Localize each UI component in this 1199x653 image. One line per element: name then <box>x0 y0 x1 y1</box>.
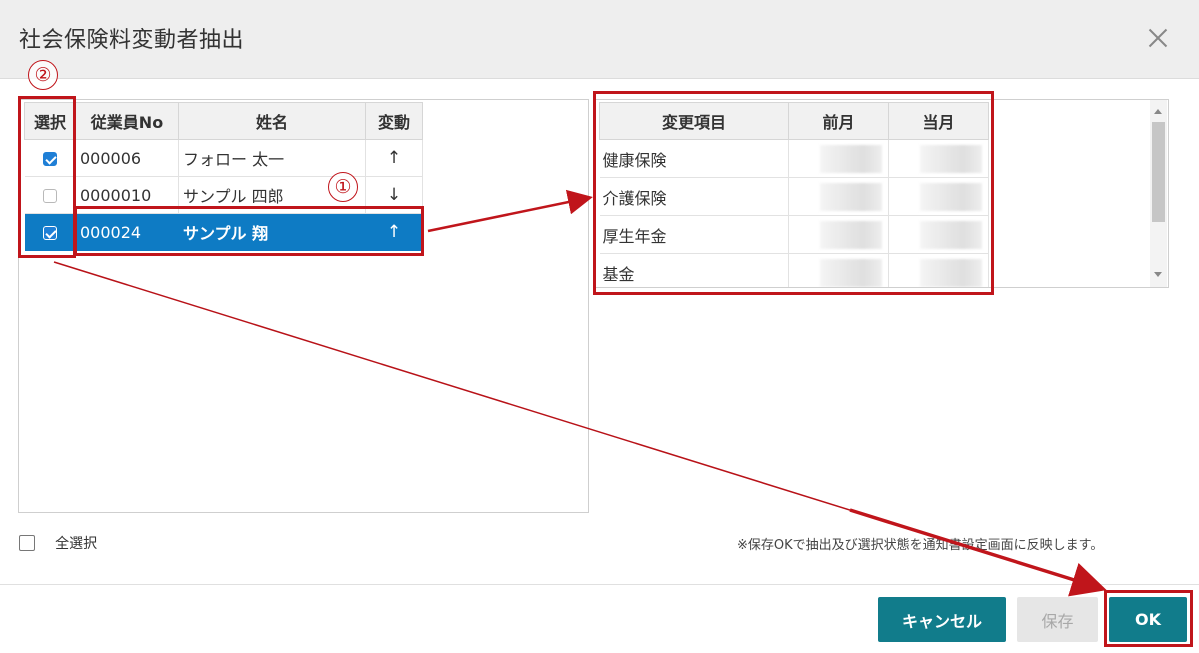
annotation-arrow-to-details <box>427 189 593 233</box>
annotation-arrows <box>53 189 1107 597</box>
